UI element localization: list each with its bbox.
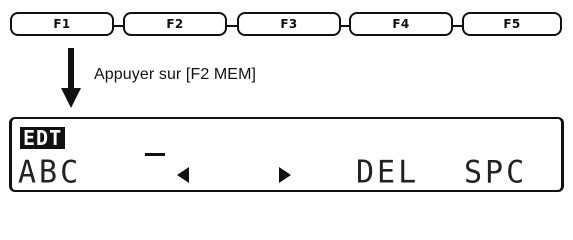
cursor-bar <box>145 153 165 156</box>
left-triangle-icon <box>177 167 189 183</box>
f1-key-label: F1 <box>53 17 71 31</box>
mode-badge: EDT <box>20 127 66 149</box>
lcd-softkey-del: DEL <box>356 154 420 191</box>
f1-key[interactable]: F1 <box>10 12 114 36</box>
f2-key-label: F2 <box>166 17 184 31</box>
f4-key-label: F4 <box>392 17 410 31</box>
f5-key-label: F5 <box>503 17 521 31</box>
instruction-text: Appuyer sur [F2 MEM] <box>94 66 257 83</box>
function-key-strip: F1 F2 F3 F4 F5 <box>10 12 562 40</box>
lcd-softkey-spc: SPC <box>464 154 528 191</box>
f5-key[interactable]: F5 <box>462 12 562 36</box>
f3-key[interactable]: F3 <box>237 12 341 36</box>
f4-key[interactable]: F4 <box>349 12 453 36</box>
f2-key[interactable]: F2 <box>123 12 227 36</box>
down-arrow-icon <box>61 48 81 108</box>
f3-key-label: F3 <box>280 17 298 31</box>
right-triangle-icon <box>279 167 291 183</box>
lcd-softkey-abc: ABC <box>18 154 82 191</box>
